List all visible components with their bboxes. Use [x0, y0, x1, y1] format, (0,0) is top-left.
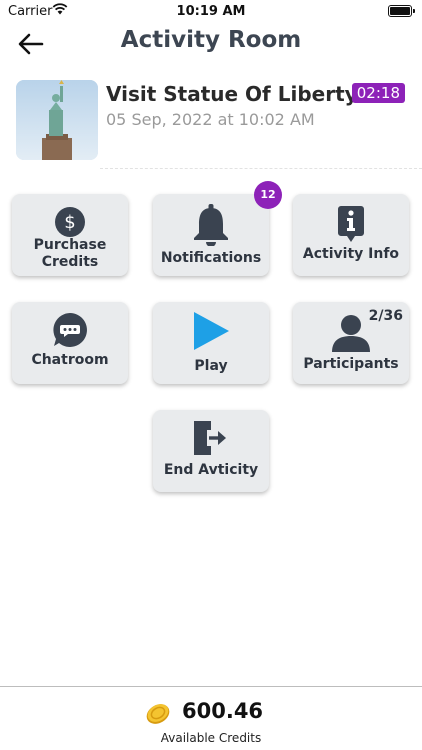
nav-header: Activity Room	[0, 24, 422, 64]
notifications-label: Notifications	[160, 250, 262, 266]
chatroom-label: Chatroom	[31, 352, 109, 368]
divider	[100, 168, 422, 169]
purchase-credits-button[interactable]: $ Purchase Credits	[12, 194, 128, 276]
activity-thumbnail	[16, 80, 98, 160]
notifications-badge: 12	[254, 181, 282, 209]
activity-datetime: 05 Sep, 2022 at 10:02 AM	[106, 110, 315, 129]
activity-info-button[interactable]: Activity Info	[293, 194, 409, 276]
credits-value: 600.46	[182, 699, 264, 723]
end-activity-label: End Avticity	[163, 462, 259, 478]
clock: 10:19 AM	[176, 4, 246, 19]
participants-label: Participants	[303, 356, 399, 372]
status-bar: Carrier 10:19 AM	[0, 0, 422, 24]
credits-label: Available Credits	[160, 731, 262, 745]
exit-door-icon	[153, 419, 269, 457]
play-label: Play	[194, 358, 228, 374]
countdown-timer: 02:18	[351, 83, 405, 103]
credits-footer: 600.46 Available Credits	[0, 686, 422, 750]
purchase-credits-label: Purchase Credits	[33, 237, 107, 270]
svg-text:$: $	[64, 212, 75, 233]
play-button[interactable]: Play	[153, 302, 269, 384]
person-icon	[293, 314, 409, 352]
end-activity-button[interactable]: End Avticity	[153, 410, 269, 492]
chat-bubble-icon	[12, 312, 128, 348]
notifications-button[interactable]: Notifications	[153, 194, 269, 276]
play-icon	[153, 312, 269, 350]
chatroom-button[interactable]: Chatroom	[12, 302, 128, 384]
coin-icon	[144, 701, 172, 731]
participants-button[interactable]: 2/36 Participants	[293, 302, 409, 384]
info-icon	[293, 204, 409, 244]
battery-icon	[388, 5, 415, 17]
activity-title: Visit Statue Of Liberty	[106, 82, 358, 106]
activity-summary: Visit Statue Of Liberty 05 Sep, 2022 at …	[16, 80, 408, 164]
activity-info-label: Activity Info	[302, 246, 400, 262]
bell-icon	[153, 204, 269, 246]
dollar-circle-icon: $	[12, 206, 128, 238]
page-title: Activity Room	[120, 27, 302, 53]
